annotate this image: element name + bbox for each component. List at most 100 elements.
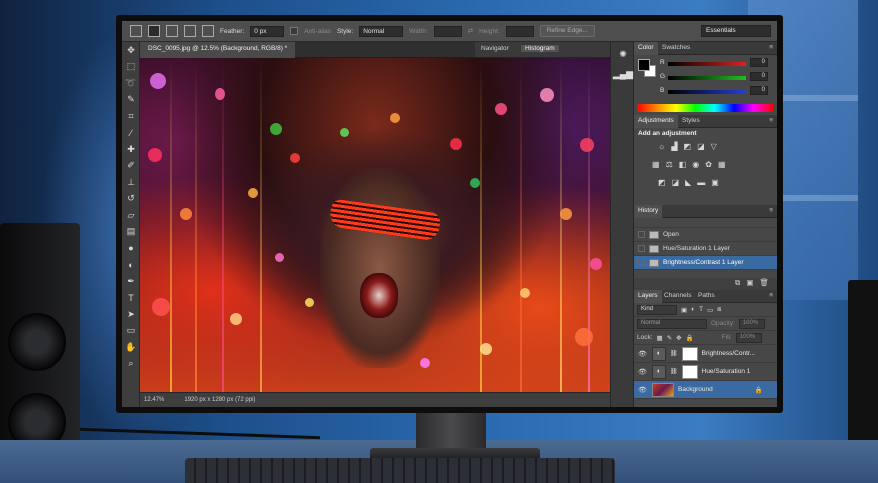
trash-icon[interactable]: 🗑 <box>759 278 769 290</box>
black-white-icon[interactable]: ◧ <box>679 160 687 169</box>
blend-mode-select[interactable]: Normal <box>637 318 707 329</box>
red-slider[interactable] <box>668 62 746 66</box>
lock-all-icon[interactable]: 🔒 <box>686 334 694 342</box>
tab-paths[interactable]: Paths <box>694 292 719 299</box>
intersect-selection-icon[interactable] <box>202 25 214 37</box>
path-selection-tool-icon[interactable]: ➤ <box>122 306 140 323</box>
brush-tool-icon[interactable]: ✐ <box>122 158 140 175</box>
pen-tool-icon[interactable]: ✒ <box>122 273 140 290</box>
filter-type-icon[interactable]: T <box>699 306 703 313</box>
tab-history[interactable]: History <box>634 205 663 218</box>
lasso-tool-icon[interactable]: ➰ <box>122 75 140 92</box>
workspace-select[interactable]: Essentials <box>701 25 771 37</box>
tab-styles[interactable]: Styles <box>678 117 704 124</box>
posterize-icon[interactable]: ◪ <box>672 178 680 187</box>
green-value-field[interactable]: 0 <box>750 72 768 81</box>
tab-histogram[interactable]: Histogram <box>521 45 559 52</box>
history-item[interactable]: Hue/Saturation 1 Layer <box>634 242 777 256</box>
move-tool-icon[interactable]: ✥ <box>122 42 140 59</box>
channel-mixer-icon[interactable]: ✿ <box>705 160 712 169</box>
feather-field[interactable]: 0 px <box>250 25 285 37</box>
new-document-from-state-icon[interactable]: ⧉ <box>735 278 740 290</box>
brush-presets-icon[interactable]: ✺ <box>611 44 635 64</box>
layer-mask-thumbnail[interactable] <box>681 346 698 361</box>
color-balance-icon[interactable]: ⚖ <box>666 160 673 169</box>
add-selection-icon[interactable] <box>166 25 178 37</box>
crop-tool-icon[interactable]: ⌗ <box>122 108 140 125</box>
layer-row[interactable]: 👁 ◐ ⛓ Hue/Saturation 1 <box>634 363 777 381</box>
dodge-tool-icon[interactable]: ◐ <box>122 257 140 274</box>
gradient-map-icon[interactable]: ▬ <box>697 178 705 187</box>
panel-menu-icon[interactable]: ≡ <box>769 117 773 124</box>
history-snapshot-row[interactable] <box>634 218 777 228</box>
healing-brush-tool-icon[interactable]: ✚ <box>122 141 140 158</box>
history-brush-tool-icon[interactable]: ↺ <box>122 191 140 208</box>
quick-select-tool-icon[interactable]: ✎ <box>122 92 140 109</box>
gradient-tool-icon[interactable]: ▤ <box>122 224 140 241</box>
tab-navigator[interactable]: Navigator <box>481 45 509 52</box>
history-item[interactable]: Brightness/Contrast 1 Layer <box>634 256 777 270</box>
clone-stamp-tool-icon[interactable]: ⊥ <box>122 174 140 191</box>
history-source-checkbox[interactable] <box>638 245 645 252</box>
layer-mask-thumbnail[interactable] <box>681 364 698 379</box>
visibility-eye-icon[interactable]: 👁 <box>638 386 648 394</box>
opacity-field[interactable]: 100% <box>738 318 765 329</box>
fill-field[interactable]: 100% <box>735 332 762 343</box>
history-source-checkbox[interactable] <box>638 259 645 266</box>
snapshot-camera-icon[interactable]: ▣ <box>746 278 753 290</box>
image-canvas[interactable] <box>140 58 610 392</box>
layer-name[interactable]: Brightness/Contr... <box>702 350 755 357</box>
threshold-icon[interactable]: ◣ <box>685 178 691 187</box>
subtract-selection-icon[interactable] <box>184 25 196 37</box>
curves-icon[interactable]: ◩ <box>684 142 692 151</box>
tab-color[interactable]: Color <box>634 42 658 55</box>
filter-adjustment-icon[interactable]: ◐ <box>691 306 695 313</box>
filter-smart-object-icon[interactable]: ⧈ <box>717 306 721 314</box>
invert-icon[interactable]: ◩ <box>658 178 666 187</box>
selective-color-icon[interactable]: ▣ <box>711 178 719 187</box>
levels-icon[interactable]: ▟ <box>671 142 677 151</box>
zoom-level[interactable]: 12.47% <box>144 397 164 403</box>
swap-icon[interactable]: ⇄ <box>468 27 473 35</box>
visibility-eye-icon[interactable]: 👁 <box>638 350 648 358</box>
panel-menu-icon[interactable]: ≡ <box>769 292 773 299</box>
panel-menu-icon[interactable]: ≡ <box>769 44 773 51</box>
color-spectrum-ramp[interactable] <box>637 104 773 112</box>
foreground-color-swatch[interactable] <box>638 59 650 71</box>
marquee-tool-preset-icon[interactable] <box>130 25 142 37</box>
visibility-eye-icon[interactable]: 👁 <box>638 368 648 376</box>
hue-saturation-icon[interactable]: ▦ <box>652 160 660 169</box>
style-select[interactable]: Normal <box>359 25 404 37</box>
tab-swatches[interactable]: Swatches <box>658 44 694 51</box>
shape-tool-icon[interactable]: ▭ <box>122 323 140 340</box>
height-field[interactable] <box>505 25 534 37</box>
marquee-tool-icon[interactable]: ⬚ <box>122 59 140 76</box>
history-source-checkbox[interactable] <box>638 231 645 238</box>
document-info[interactable]: 1920 px x 1280 px (72 ppi) <box>184 397 255 403</box>
filter-pixel-icon[interactable]: ▣ <box>681 306 687 314</box>
tab-layers[interactable]: Layers <box>634 290 662 303</box>
exposure-icon[interactable]: ◪ <box>697 142 705 151</box>
lock-image-icon[interactable]: ✎ <box>667 334 672 342</box>
color-lookup-icon[interactable]: ▦ <box>718 160 726 169</box>
lock-transparent-icon[interactable]: ▦ <box>657 334 663 342</box>
blue-slider[interactable] <box>668 90 746 94</box>
refine-edge-button[interactable]: Refine Edge... <box>539 25 595 37</box>
hand-tool-icon[interactable]: ✋ <box>122 339 140 356</box>
type-tool-icon[interactable]: T <box>122 290 140 307</box>
layer-thumbnail[interactable] <box>652 382 674 397</box>
width-field[interactable] <box>433 25 462 37</box>
history-item[interactable]: Open <box>634 228 777 242</box>
blur-tool-icon[interactable]: ● <box>122 240 140 257</box>
tab-channels[interactable]: Channels <box>660 292 695 299</box>
filter-shape-icon[interactable]: ▭ <box>707 306 713 314</box>
green-slider[interactable] <box>668 76 746 80</box>
brightness-contrast-icon[interactable]: ☼ <box>658 142 665 151</box>
eraser-tool-icon[interactable]: ▱ <box>122 207 140 224</box>
new-selection-icon[interactable] <box>148 25 160 37</box>
layer-name[interactable]: Hue/Saturation 1 <box>702 368 751 375</box>
panel-menu-icon[interactable]: ≡ <box>769 207 773 214</box>
lock-position-icon[interactable]: ✥ <box>676 334 681 342</box>
layer-row[interactable]: 👁 Background 🔒 <box>634 381 777 399</box>
layer-kind-filter[interactable]: Kind <box>637 304 677 315</box>
